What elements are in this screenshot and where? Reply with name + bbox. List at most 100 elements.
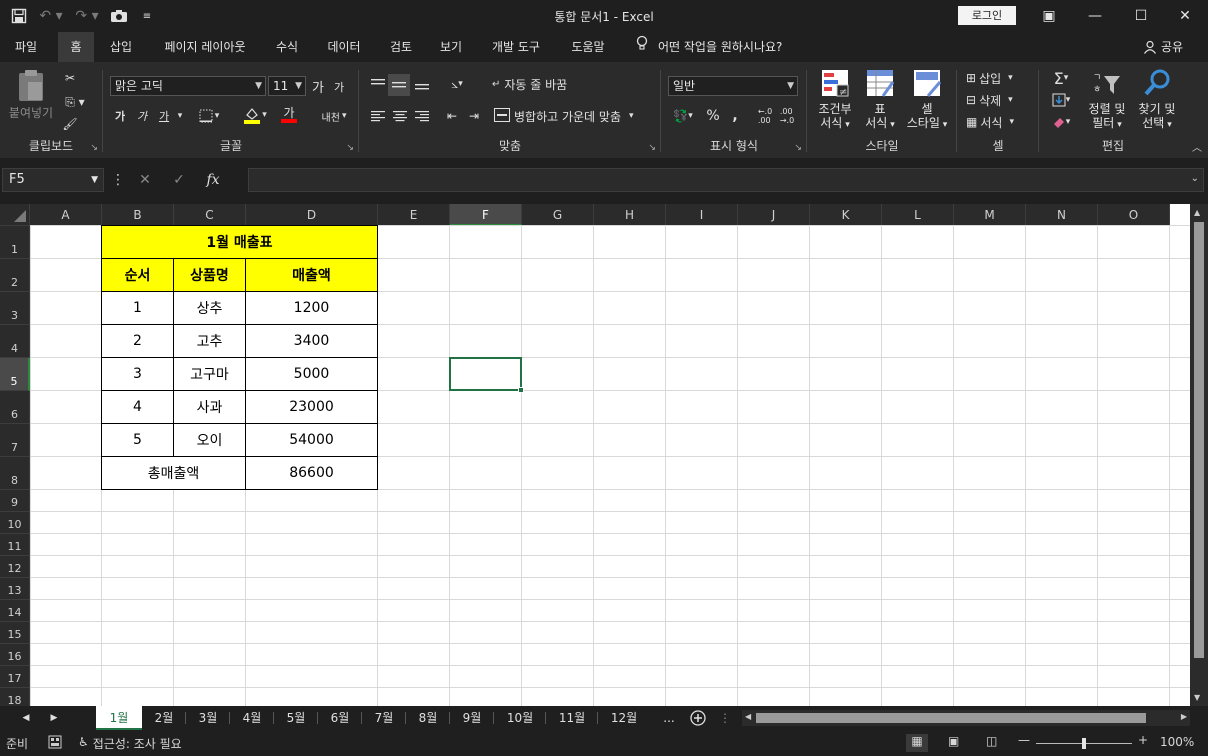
next-sheet-icon[interactable]: ▶ bbox=[44, 706, 64, 730]
sheet-tab[interactable]: 4월 bbox=[230, 706, 274, 730]
font-size-dropdown[interactable]: 11 ▼ bbox=[268, 76, 306, 96]
expand-formula-icon[interactable]: ⌄ bbox=[1191, 173, 1199, 184]
column-header-n[interactable]: N bbox=[1026, 204, 1098, 226]
phonetic-button[interactable]: 내천 ▾ bbox=[318, 106, 350, 126]
prev-sheet-icon[interactable]: ◀ bbox=[16, 706, 36, 730]
tab-formulas[interactable]: 수식 bbox=[266, 32, 308, 62]
accessibility-status[interactable]: ♿ 접근성: 조사 필요 bbox=[78, 735, 182, 752]
insert-function-icon[interactable]: fx bbox=[196, 172, 230, 188]
row-header-17[interactable]: 17 bbox=[0, 666, 30, 688]
row-header-12[interactable]: 12 bbox=[0, 556, 30, 578]
number-launcher-icon[interactable]: ↘ bbox=[794, 143, 802, 153]
active-cell-selection[interactable] bbox=[449, 357, 524, 393]
row-header-4[interactable]: 4 bbox=[0, 325, 30, 358]
underline-dropdown-icon[interactable]: ▾ bbox=[174, 106, 186, 126]
horizontal-scrollbar[interactable]: ◀ ▶ bbox=[742, 710, 1190, 726]
alignment-launcher-icon[interactable]: ↘ bbox=[648, 143, 656, 153]
table-cell[interactable]: 1200 bbox=[245, 291, 378, 325]
tab-page-layout[interactable]: 페이지 레이아웃 bbox=[150, 32, 260, 62]
sheet-tab[interactable]: 6월 bbox=[318, 706, 362, 730]
table-header-cell[interactable]: 순서 bbox=[101, 258, 174, 292]
vertical-scroll-thumb[interactable] bbox=[1194, 222, 1204, 658]
column-header-c[interactable]: C bbox=[174, 204, 246, 226]
row-header-15[interactable]: 15 bbox=[0, 622, 30, 644]
collapse-ribbon-icon[interactable]: ︿ bbox=[1192, 139, 1202, 154]
align-top-icon[interactable] bbox=[368, 74, 388, 94]
percent-button[interactable]: % bbox=[702, 106, 724, 126]
row-header-10[interactable]: 10 bbox=[0, 512, 30, 534]
font-name-dropdown[interactable]: 맑은 고딕 ▼ bbox=[110, 76, 266, 96]
vertical-scrollbar[interactable]: ▲ ▼ bbox=[1190, 204, 1208, 706]
bold-button[interactable]: 가 bbox=[112, 106, 128, 126]
normal-view-icon[interactable]: ▦ bbox=[906, 734, 928, 752]
add-sheet-icon[interactable] bbox=[686, 706, 710, 730]
paste-button[interactable]: 붙여넣기 bbox=[6, 68, 56, 120]
table-cell[interactable]: 1 bbox=[101, 291, 174, 325]
total-label-cell[interactable]: 총매출액 bbox=[101, 456, 246, 490]
table-cell[interactable]: 54000 bbox=[245, 423, 378, 457]
zoom-slider-knob[interactable] bbox=[1082, 738, 1086, 749]
column-header-f[interactable]: F bbox=[450, 204, 522, 226]
ribbon-display-icon[interactable]: ▣ bbox=[1026, 2, 1072, 30]
table-cell[interactable]: 고추 bbox=[173, 324, 246, 358]
column-header-d[interactable]: D bbox=[246, 204, 378, 226]
horizontal-scroll-thumb[interactable] bbox=[756, 713, 1146, 723]
borders-icon[interactable]: ▾ bbox=[196, 106, 222, 126]
sort-filter-button[interactable]: ㄱㅎ 정렬 및 필터 ▾ bbox=[1082, 68, 1132, 132]
table-cell[interactable]: 23000 bbox=[245, 390, 378, 424]
macro-record-icon[interactable] bbox=[48, 735, 62, 752]
insert-cells-button[interactable]: ⊞ 삽입 ▾ bbox=[966, 68, 1032, 88]
find-select-button[interactable]: 찾기 및 선택 ▾ bbox=[1132, 68, 1182, 132]
page-layout-view-icon[interactable]: ▣ bbox=[948, 734, 959, 748]
sheet-tab[interactable]: 9월 bbox=[450, 706, 494, 730]
column-header-i[interactable]: I bbox=[666, 204, 738, 226]
sheet-tab[interactable]: 8월 bbox=[406, 706, 450, 730]
format-cells-button[interactable]: ▦ 서식 ▾ bbox=[966, 112, 1032, 132]
format-painter-icon[interactable]: 🖌 bbox=[60, 114, 80, 134]
row-header-1[interactable]: 1 bbox=[0, 226, 30, 259]
page-break-view-icon[interactable]: ◫ bbox=[986, 734, 997, 748]
sheet-tab[interactable]: 5월 bbox=[274, 706, 318, 730]
autosum-icon[interactable]: Σ ▾ bbox=[1046, 68, 1076, 88]
wrap-text-button[interactable]: ↵ 자동 줄 바꿈 bbox=[492, 74, 602, 94]
tab-home[interactable]: 홈 bbox=[58, 32, 94, 62]
table-cell[interactable]: 상추 bbox=[173, 291, 246, 325]
table-title-cell[interactable]: 1월 매출표 bbox=[101, 225, 378, 259]
cut-icon[interactable]: ✂ bbox=[60, 68, 80, 88]
column-header-j[interactable]: J bbox=[738, 204, 810, 226]
table-header-cell[interactable]: 매출액 bbox=[245, 258, 378, 292]
zoom-in-button[interactable]: + bbox=[1138, 733, 1148, 747]
table-cell[interactable]: 3400 bbox=[245, 324, 378, 358]
table-header-cell[interactable]: 상품명 bbox=[173, 258, 246, 292]
align-middle-icon[interactable] bbox=[388, 74, 410, 96]
name-box[interactable]: F5 ▼ bbox=[2, 168, 104, 192]
zoom-level[interactable]: 100% bbox=[1160, 735, 1194, 749]
select-all-corner[interactable] bbox=[0, 204, 30, 226]
undo-icon[interactable]: ↶ ▾ bbox=[36, 5, 66, 27]
tab-review[interactable]: 검토 bbox=[380, 32, 422, 62]
tab-data[interactable]: 데이터 bbox=[318, 32, 370, 62]
italic-button[interactable]: 가 bbox=[134, 106, 150, 126]
column-header-h[interactable]: H bbox=[594, 204, 666, 226]
tab-file[interactable]: 파일 bbox=[4, 32, 48, 62]
row-header-13[interactable]: 13 bbox=[0, 578, 30, 600]
row-header-18[interactable]: 18 bbox=[0, 688, 30, 706]
increase-decimal-icon[interactable]: ←.0.00 bbox=[754, 106, 776, 126]
shrink-font-button[interactable]: 가 bbox=[332, 78, 346, 96]
align-center-icon[interactable] bbox=[390, 106, 410, 126]
sheet-tab[interactable]: 11월 bbox=[546, 706, 598, 730]
orientation-icon[interactable]: ⦣ ▾ bbox=[442, 74, 472, 94]
row-header-6[interactable]: 6 bbox=[0, 391, 30, 424]
scroll-left-icon[interactable]: ◀ bbox=[745, 712, 751, 721]
underline-button[interactable]: 가 bbox=[156, 106, 172, 126]
decrease-decimal-icon[interactable]: .00 →.0 bbox=[776, 106, 798, 126]
clipboard-launcher-icon[interactable]: ↘ bbox=[90, 143, 98, 153]
share-button[interactable]: 공유 bbox=[1143, 32, 1183, 62]
column-header-m[interactable]: M bbox=[954, 204, 1026, 226]
camera-icon[interactable] bbox=[108, 5, 130, 27]
formula-input[interactable]: ⌄ bbox=[248, 168, 1204, 192]
enter-icon[interactable]: ✓ bbox=[162, 172, 196, 188]
row-header-8[interactable]: 8 bbox=[0, 457, 30, 490]
cell-styles-button[interactable]: 셀 스타일 ▾ bbox=[902, 68, 952, 132]
row-header-3[interactable]: 3 bbox=[0, 292, 30, 325]
